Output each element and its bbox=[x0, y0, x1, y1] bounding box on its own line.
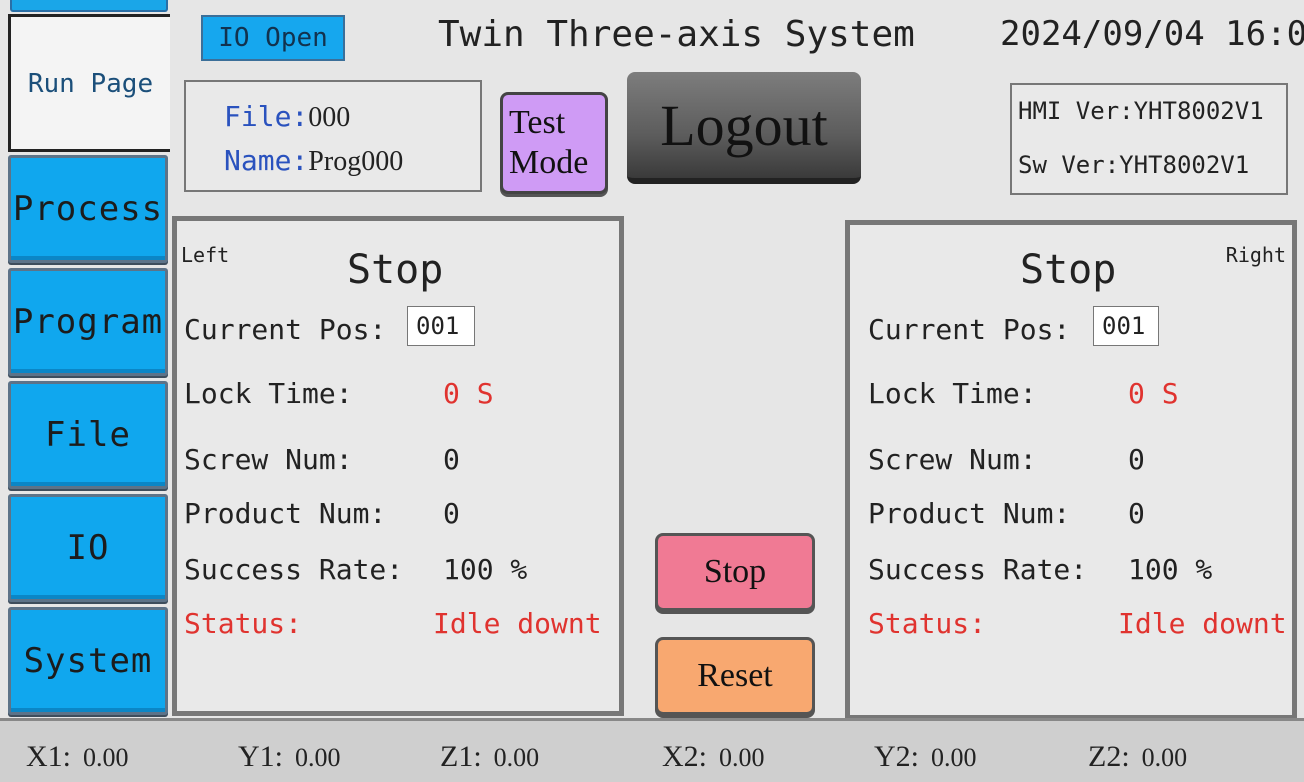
file-row: File:000 bbox=[224, 100, 350, 134]
current-pos-field[interactable]: 001 bbox=[1093, 306, 1159, 346]
lock-time-value: 0 S bbox=[443, 377, 494, 410]
axis-y1-value: 0.00 bbox=[295, 743, 341, 772]
product-num-label: Product Num: bbox=[868, 497, 1071, 530]
axis-x2-value: 0.00 bbox=[719, 743, 765, 772]
io-open-button[interactable]: IO Open bbox=[201, 15, 345, 61]
axis-z2-value: 0.00 bbox=[1141, 743, 1188, 772]
lock-time-label: Lock Time: bbox=[868, 377, 1037, 410]
product-num-value: 0 bbox=[1128, 497, 1145, 530]
success-rate-label: Success Rate: bbox=[184, 553, 404, 586]
axis-y2-label: Y2: bbox=[874, 740, 919, 773]
axis-x1-label: X1: bbox=[26, 740, 71, 773]
success-rate-value: 100 % bbox=[1128, 553, 1213, 586]
reset-button[interactable]: Reset bbox=[655, 637, 815, 715]
nav-process-button[interactable]: Process bbox=[8, 155, 168, 263]
panel-side-label: Left bbox=[181, 243, 230, 267]
axis-x1: X1: 0.00 bbox=[26, 739, 129, 774]
sw-version: Sw Ver:YHT8002V1 bbox=[1018, 151, 1250, 179]
hmi-version: HMI Ver:YHT8002V1 bbox=[1018, 97, 1264, 125]
lock-time-label: Lock Time: bbox=[184, 377, 353, 410]
nav-top-strip bbox=[10, 0, 168, 12]
test-mode-line-2: Mode bbox=[509, 144, 589, 181]
current-pos-label: Current Pos: bbox=[868, 313, 1071, 346]
name-label: Name: bbox=[224, 144, 309, 177]
status-label: Status: bbox=[184, 607, 303, 640]
axis-z2: Z2: 0.00 bbox=[1088, 739, 1187, 774]
axis-y2-value: 0.00 bbox=[931, 743, 977, 772]
axis-y1: Y1: 0.00 bbox=[238, 739, 341, 774]
nav-io-button[interactable]: IO bbox=[8, 494, 168, 602]
nav-system-button[interactable]: System bbox=[8, 607, 168, 715]
left-station-panel: Left Stop Current Pos: 001 Lock Time: 0 … bbox=[172, 216, 624, 716]
axis-status-bar: X1: 0.00 Y1: 0.00 Z1: 0.00 X2: 0.00 Y2: 0.00 … bbox=[0, 718, 1304, 782]
axis-z2-label: Z2: bbox=[1088, 740, 1130, 773]
product-num-value: 0 bbox=[443, 497, 460, 530]
right-station-panel: Right Stop Current Pos: 001 Lock Time: 0… bbox=[845, 220, 1297, 720]
screw-num-value: 0 bbox=[443, 443, 460, 476]
file-info-box: File:000 Name:Prog000 bbox=[184, 80, 482, 192]
screw-num-label: Screw Num: bbox=[184, 443, 353, 476]
test-mode-line-1: Test bbox=[509, 104, 566, 141]
axis-z1: Z1: 0.00 bbox=[440, 739, 539, 774]
name-value: Prog000 bbox=[308, 146, 404, 177]
test-mode-button[interactable]: Test Mode bbox=[500, 92, 608, 194]
name-row: Name:Prog000 bbox=[224, 144, 403, 178]
station-state: Stop bbox=[1020, 247, 1117, 293]
lock-time-value: 0 S bbox=[1128, 377, 1179, 410]
axis-y1-label: Y1: bbox=[238, 740, 283, 773]
axis-x2-label: X2: bbox=[662, 740, 707, 773]
success-rate-value: 100 % bbox=[443, 553, 528, 586]
station-state: Stop bbox=[347, 247, 444, 293]
product-num-label: Product Num: bbox=[184, 497, 387, 530]
logout-button[interactable]: Logout bbox=[627, 72, 861, 184]
screw-num-label: Screw Num: bbox=[868, 443, 1037, 476]
status-value: Idle downt bbox=[1118, 607, 1287, 640]
nav-file-button[interactable]: File bbox=[8, 381, 168, 489]
axis-x2: X2: 0.00 bbox=[662, 739, 765, 774]
current-pos-label: Current Pos: bbox=[184, 313, 387, 346]
nav-program-button[interactable]: Program bbox=[8, 268, 168, 376]
file-value: 000 bbox=[308, 102, 351, 133]
version-box: HMI Ver:YHT8002V1 Sw Ver:YHT8002V1 bbox=[1010, 83, 1288, 195]
current-pos-field[interactable]: 001 bbox=[407, 306, 475, 346]
page-title: Twin Three-axis System bbox=[438, 14, 915, 55]
status-label: Status: bbox=[868, 607, 987, 640]
status-value: Idle downt bbox=[433, 607, 602, 640]
screw-num-value: 0 bbox=[1128, 443, 1145, 476]
axis-z1-value: 0.00 bbox=[493, 743, 540, 772]
axis-y2: Y2: 0.00 bbox=[874, 739, 977, 774]
axis-x1-value: 0.00 bbox=[83, 743, 129, 772]
datetime: 2024/09/04 16:04 bbox=[1000, 14, 1304, 54]
axis-z1-label: Z1: bbox=[440, 740, 482, 773]
success-rate-label: Success Rate: bbox=[868, 553, 1088, 586]
file-label: File: bbox=[224, 100, 309, 133]
stop-button[interactable]: Stop bbox=[655, 533, 815, 611]
tab-run-page[interactable]: Run Page bbox=[8, 14, 170, 152]
panel-side-label: Right bbox=[1225, 243, 1286, 267]
